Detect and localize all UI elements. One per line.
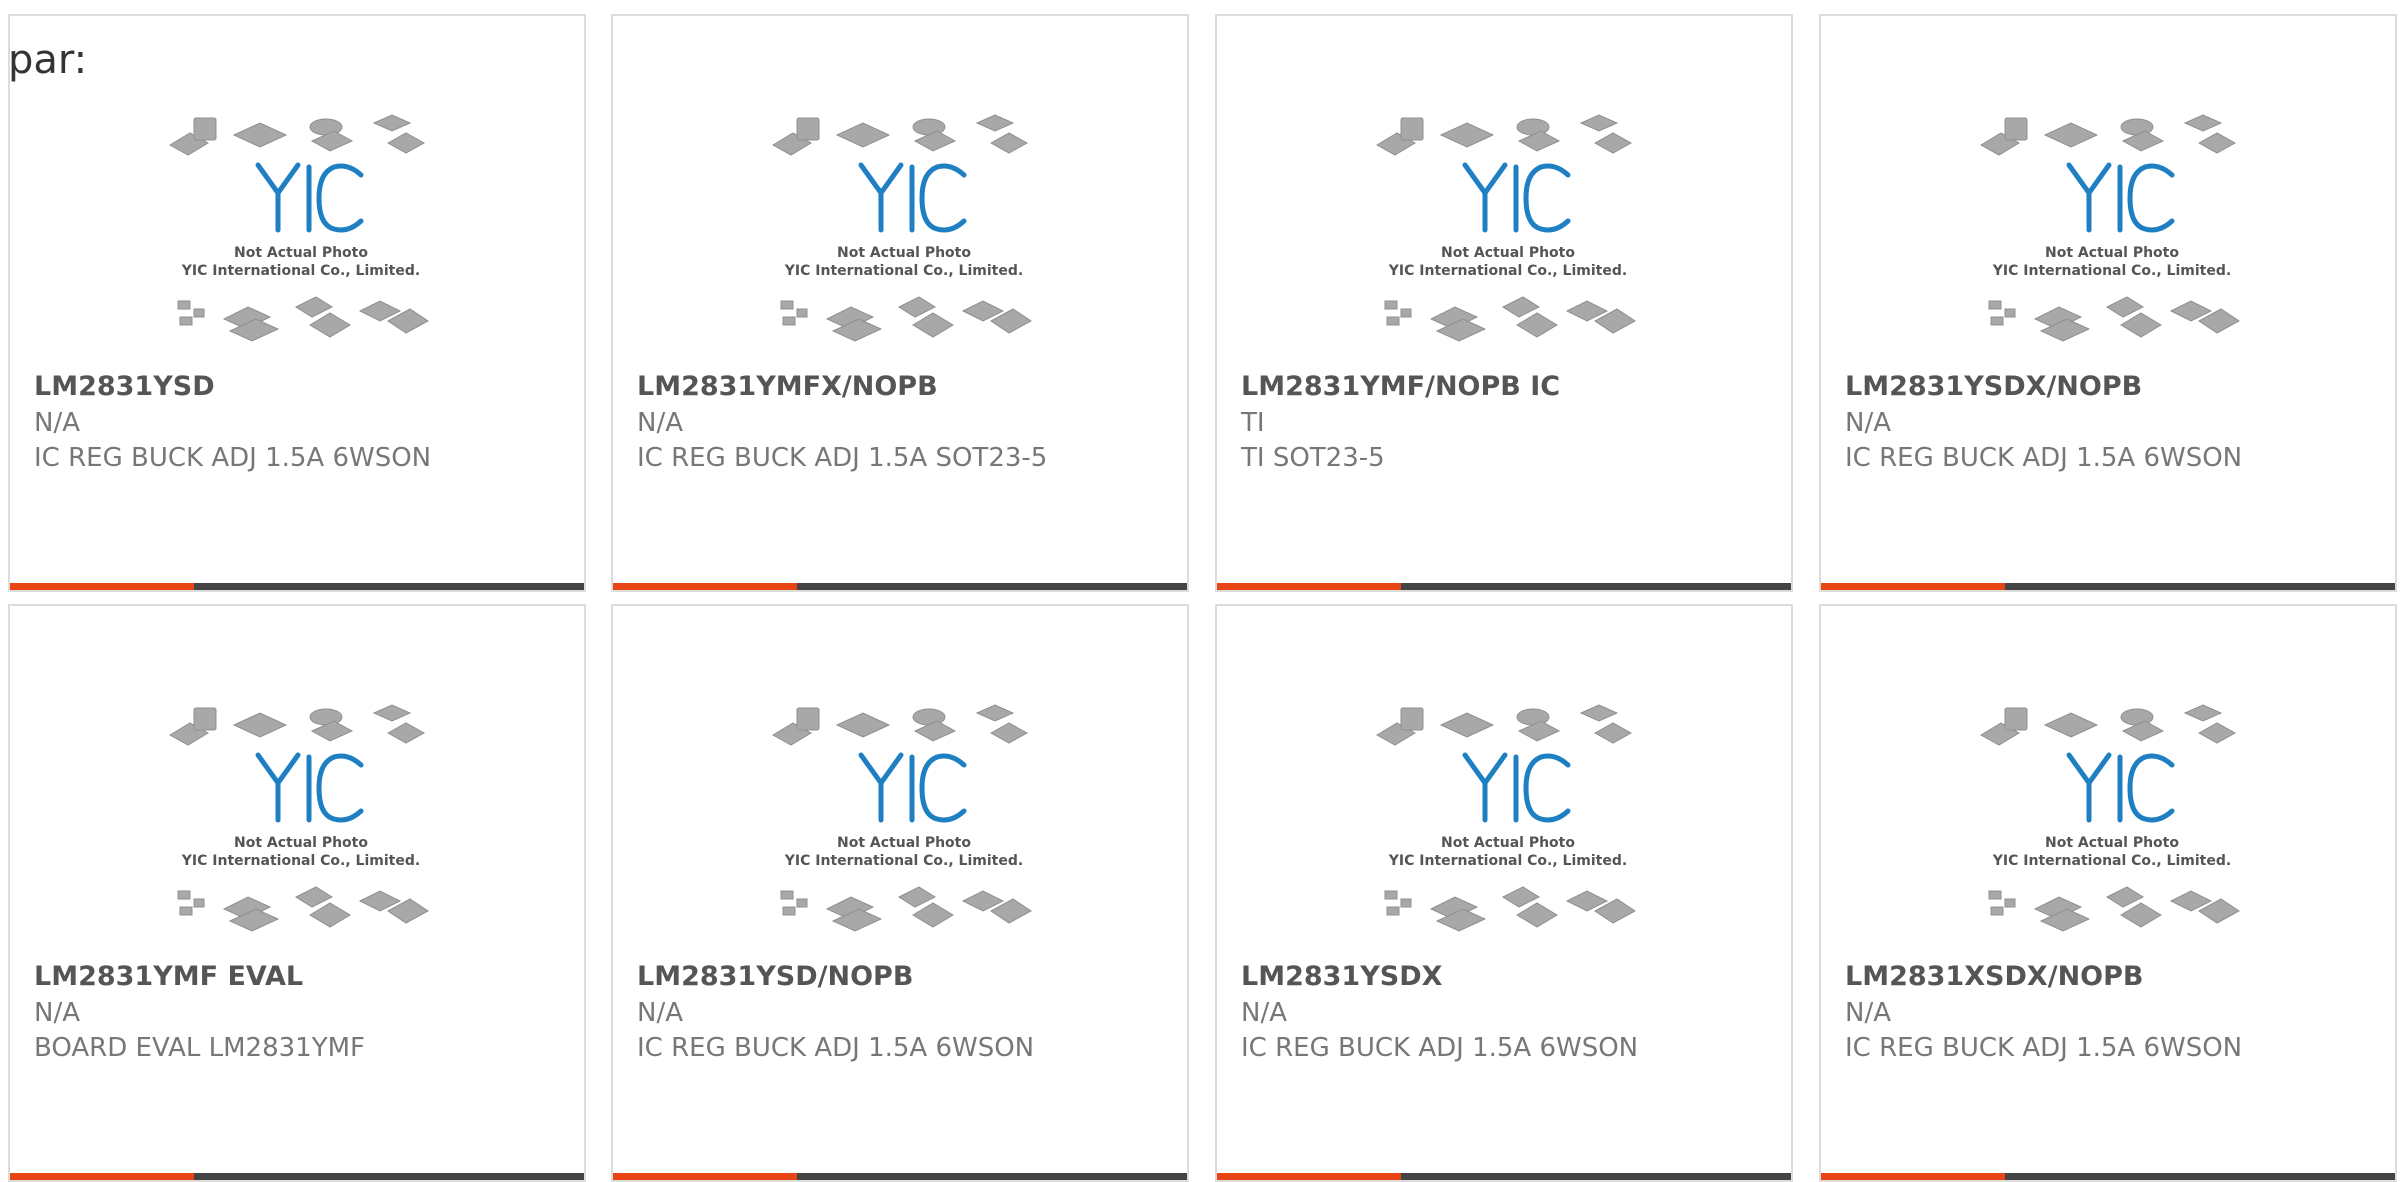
- product-description: IC REG BUCK ADJ 1.5A SOT23-5: [637, 443, 1048, 473]
- product-manufacturer: N/A: [1845, 408, 1891, 438]
- placeholder-note: Not Actual Photo: [837, 835, 971, 851]
- chip-packages-top-icon: [1980, 704, 2237, 746]
- product-description: TI SOT23-5: [1241, 443, 1385, 473]
- product-image: Not Actual Photo YIC International Co., …: [1376, 114, 1636, 342]
- progress-bar: [1821, 583, 2395, 590]
- progress-bar: [613, 583, 1187, 590]
- placeholder-company: YIC International Co., Limited.: [1992, 263, 2231, 279]
- progress-bar: [10, 583, 584, 590]
- product-part-number[interactable]: LM2831YSDX/NOPB: [1845, 371, 2142, 402]
- placeholder-company: YIC International Co., Limited.: [1388, 263, 1627, 279]
- yic-logo-icon: [1462, 162, 1571, 233]
- placeholder-company: YIC International Co., Limited.: [784, 853, 1023, 869]
- chip-packages-bottom-icon: [780, 886, 1032, 932]
- placeholder-note: Not Actual Photo: [837, 245, 971, 261]
- product-card[interactable]: Not Actual Photo YIC International Co., …: [8, 604, 586, 1182]
- chip-packages-bottom-icon: [177, 296, 429, 342]
- chip-packages-bottom-icon: [780, 296, 1032, 342]
- placeholder-note: Not Actual Photo: [1441, 245, 1575, 261]
- product-manufacturer: N/A: [34, 408, 80, 438]
- yic-logo-icon: [255, 162, 364, 233]
- progress-bar: [10, 1173, 584, 1180]
- chip-packages-top-icon: [1980, 114, 2237, 156]
- progress-bar-fill: [1217, 1173, 1401, 1180]
- placeholder-company: YIC International Co., Limited.: [1388, 853, 1627, 869]
- chip-packages-top-icon: [772, 704, 1029, 746]
- product-card[interactable]: Not Actual Photo YIC International Co., …: [1215, 14, 1793, 592]
- placeholder-note: Not Actual Photo: [2045, 245, 2179, 261]
- yic-logo-icon: [255, 752, 364, 823]
- progress-bar: [1217, 1173, 1791, 1180]
- yic-logo-icon: [1462, 752, 1571, 823]
- product-part-number[interactable]: LM2831XSDX/NOPB: [1845, 961, 2144, 992]
- product-description: IC REG BUCK ADJ 1.5A 6WSON: [1845, 1033, 2243, 1063]
- progress-bar-fill: [1217, 583, 1401, 590]
- product-part-number[interactable]: LM2831YMFX/NOPB: [637, 371, 938, 402]
- placeholder-company: YIC International Co., Limited.: [181, 263, 420, 279]
- progress-bar-fill: [10, 583, 194, 590]
- progress-bar-fill: [10, 1173, 194, 1180]
- progress-bar-fill: [613, 1173, 797, 1180]
- product-card[interactable]: Not Actual Photo YIC International Co., …: [611, 14, 1189, 592]
- placeholder-company: YIC International Co., Limited.: [784, 263, 1023, 279]
- product-image: Not Actual Photo YIC International Co., …: [772, 704, 1032, 932]
- product-description: IC REG BUCK ADJ 1.5A 6WSON: [637, 1033, 1035, 1063]
- product-manufacturer: N/A: [1845, 998, 1891, 1028]
- product-part-number[interactable]: LM2831YMF EVAL: [34, 961, 303, 992]
- chip-packages-bottom-icon: [177, 886, 429, 932]
- chip-packages-top-icon: [169, 114, 426, 156]
- product-manufacturer: N/A: [637, 408, 683, 438]
- chip-packages-top-icon: [772, 114, 1029, 156]
- product-card[interactable]: Not Actual Photo YIC International Co., …: [1819, 604, 2397, 1182]
- product-manufacturer: N/A: [1241, 998, 1287, 1028]
- product-manufacturer: TI: [1241, 408, 1265, 438]
- yic-logo-icon: [2066, 752, 2175, 823]
- placeholder-company: YIC International Co., Limited.: [1992, 853, 2231, 869]
- product-card[interactable]: Not Actual Photo YIC International Co., …: [8, 14, 586, 592]
- product-card[interactable]: Not Actual Photo YIC International Co., …: [1215, 604, 1793, 1182]
- product-image: Not Actual Photo YIC International Co., …: [1980, 114, 2240, 342]
- product-description: IC REG BUCK ADJ 1.5A 6WSON: [34, 443, 432, 473]
- product-manufacturer: N/A: [637, 998, 683, 1028]
- progress-bar: [1217, 583, 1791, 590]
- chip-packages-bottom-icon: [1988, 886, 2240, 932]
- chip-packages-bottom-icon: [1384, 886, 1636, 932]
- product-image: Not Actual Photo YIC International Co., …: [1980, 704, 2240, 932]
- placeholder-note: Not Actual Photo: [234, 835, 368, 851]
- placeholder-note: Not Actual Photo: [234, 245, 368, 261]
- placeholder-company: YIC International Co., Limited.: [181, 853, 420, 869]
- product-image: Not Actual Photo YIC International Co., …: [169, 114, 429, 342]
- product-part-number[interactable]: LM2831YSD: [34, 371, 215, 402]
- chip-packages-bottom-icon: [1988, 296, 2240, 342]
- chip-packages-top-icon: [1376, 114, 1633, 156]
- chip-packages-top-icon: [169, 704, 426, 746]
- product-card[interactable]: Not Actual Photo YIC International Co., …: [1819, 14, 2397, 592]
- page-label: par:: [8, 37, 88, 83]
- chip-packages-bottom-icon: [1384, 296, 1636, 342]
- yic-logo-icon: [858, 752, 967, 823]
- progress-bar: [613, 1173, 1187, 1180]
- chip-packages-top-icon: [1376, 704, 1633, 746]
- product-part-number[interactable]: LM2831YSD/NOPB: [637, 961, 913, 992]
- progress-bar-fill: [1821, 583, 2005, 590]
- progress-bar-fill: [1821, 1173, 2005, 1180]
- progress-bar-fill: [613, 583, 797, 590]
- product-image: Not Actual Photo YIC International Co., …: [169, 704, 429, 932]
- product-description: IC REG BUCK ADJ 1.5A 6WSON: [1845, 443, 2243, 473]
- yic-logo-icon: [2066, 162, 2175, 233]
- product-image: Not Actual Photo YIC International Co., …: [1376, 704, 1636, 932]
- product-part-number[interactable]: LM2831YSDX: [1241, 961, 1442, 992]
- product-description: IC REG BUCK ADJ 1.5A 6WSON: [1241, 1033, 1639, 1063]
- product-description: BOARD EVAL LM2831YMF: [34, 1033, 365, 1063]
- product-card[interactable]: Not Actual Photo YIC International Co., …: [611, 604, 1189, 1182]
- placeholder-note: Not Actual Photo: [2045, 835, 2179, 851]
- yic-logo-icon: [858, 162, 967, 233]
- progress-bar: [1821, 1173, 2395, 1180]
- product-image: Not Actual Photo YIC International Co., …: [772, 114, 1032, 342]
- placeholder-note: Not Actual Photo: [1441, 835, 1575, 851]
- product-part-number[interactable]: LM2831YMF/NOPB IC: [1241, 371, 1560, 402]
- product-manufacturer: N/A: [34, 998, 80, 1028]
